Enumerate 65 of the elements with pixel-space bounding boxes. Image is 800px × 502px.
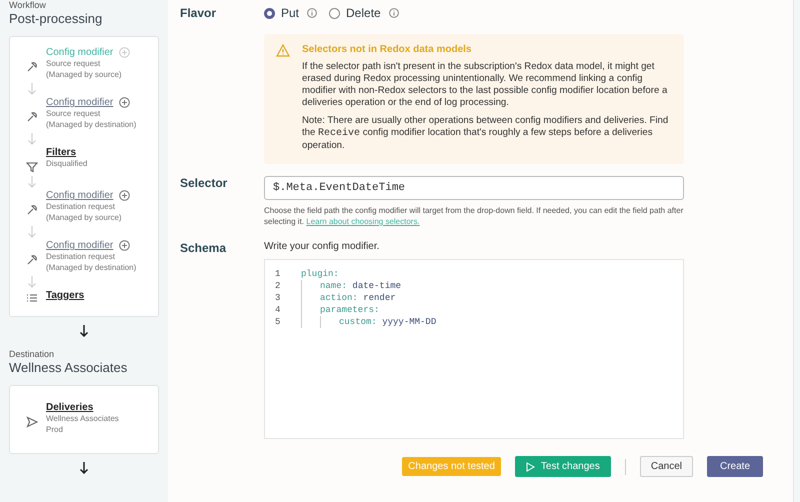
workflow-step-link[interactable]: Config modifier — [46, 190, 114, 201]
step-detail: Disqualified — [46, 159, 88, 169]
field-label: Schema — [180, 241, 228, 257]
plus-circle-icon[interactable] — [119, 97, 130, 108]
step-detail: (Managed by destination) — [46, 263, 136, 273]
schema-hint: Write your config modifier. — [264, 241, 380, 252]
code-line: parameters: — [320, 304, 380, 316]
warning-icon — [276, 44, 290, 57]
section-caption: Destination — [9, 349, 56, 359]
down-arrow-icon — [27, 176, 37, 188]
list-icon — [26, 292, 38, 304]
line-number: 2 — [275, 280, 282, 292]
line-number: 5 — [275, 316, 282, 328]
step-detail: (Managed by source) — [46, 213, 123, 223]
code-editor[interactable]: 1 plugin: 2 name: date-time 3 action: render 4 parameters: 5 custom: yyyy-MM-DD — [264, 259, 684, 439]
section-title: Post-processing — [9, 11, 104, 26]
field-label: Flavor — [180, 6, 218, 20]
status-badge: Changes not tested — [402, 457, 501, 476]
code-line: action: render — [320, 292, 396, 304]
create-button[interactable]: Create — [706, 456, 763, 477]
step-detail: (Managed by source) — [46, 70, 123, 80]
info-icon[interactable] — [307, 8, 318, 18]
workflow-step-link[interactable]: Taggers — [46, 290, 84, 301]
line-number: 4 — [275, 304, 282, 316]
plus-circle-icon[interactable] — [119, 240, 130, 251]
code-line: plugin: — [301, 268, 339, 280]
down-arrow-icon — [27, 226, 37, 238]
info-icon[interactable] — [388, 8, 399, 18]
down-arrow-icon — [79, 325, 89, 337]
workflow-step-link[interactable]: Config modifier — [46, 240, 114, 251]
warning-note: Note: There are usually other operations between config modifiers and deliveries. Find the Receive config modifier location that's roughly a few steps before a deliveries operation. — [302, 115, 670, 152]
radio-label[interactable]: Delete — [346, 6, 381, 20]
line-number: 1 — [275, 268, 282, 280]
help-text: Choose the field path the config modifier will target from the drop-down field. If needed, you can edit the field path after selecting it. Learn about choosing selectors. — [264, 205, 684, 227]
section-caption: Workflow — [9, 0, 47, 10]
selector-field[interactable]: $.Meta.EventDateTime — [264, 176, 684, 200]
down-arrow-icon — [27, 276, 37, 288]
step-detail: Wellness Associates — [46, 414, 119, 424]
code-line: name: date-time — [320, 280, 402, 292]
send-icon — [26, 416, 38, 428]
step-detail: (Managed by destination) — [46, 120, 136, 130]
warning-text: If the selector path isn't present in the subscription's Redox data model, it might get erased during Redox processing unintentionally. We recommend linking a config modifier with non-Redox selectors to the last possible config modifier location before a deliveries operation or the end of log processing. — [302, 61, 668, 109]
radio-label[interactable]: Put — [281, 6, 300, 20]
warning-title: Selectors not in Redox data models — [302, 44, 472, 55]
step-detail: Destination request — [46, 252, 116, 262]
step-detail: Destination request — [46, 202, 116, 212]
plus-circle-icon[interactable] — [119, 190, 130, 201]
step-detail: Source request — [46, 59, 102, 69]
workflow-step-link[interactable]: Config modifier — [46, 97, 114, 108]
radio-button[interactable] — [264, 8, 275, 18]
step-detail: Prod — [46, 425, 64, 435]
cancel-button[interactable]: Cancel — [640, 456, 693, 477]
radio-button[interactable] — [329, 8, 340, 18]
down-arrow-icon — [27, 133, 37, 145]
workflow-step-link[interactable]: Filters — [46, 147, 76, 158]
field-label: Selector — [180, 176, 228, 192]
play-icon — [526, 462, 535, 472]
step-detail: Source request — [46, 109, 102, 119]
down-arrow-icon — [27, 83, 37, 95]
down-arrow-icon — [79, 462, 89, 474]
funnel-icon — [26, 161, 38, 173]
code-line: custom: yyyy-MM-DD — [339, 316, 436, 328]
line-number: 3 — [275, 292, 282, 304]
workflow-step-link[interactable]: Deliveries — [46, 402, 94, 413]
section-title: Wellness Associates — [9, 360, 128, 375]
